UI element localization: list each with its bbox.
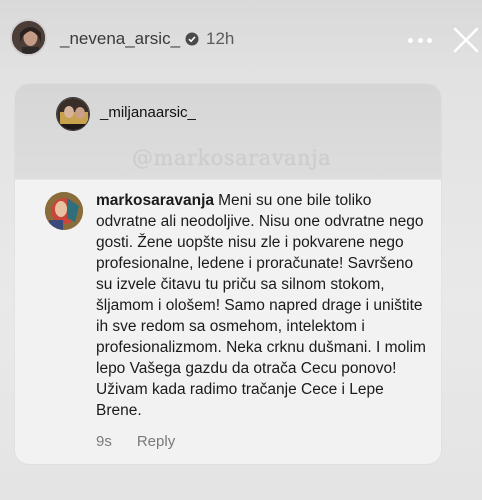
watermark-text: @markosaravanja (132, 146, 332, 170)
story-user-avatar[interactable] (10, 19, 47, 56)
story-header: _nevena_arsic_ 12h (0, 0, 482, 78)
reply-button[interactable]: Reply (137, 433, 175, 450)
story-username-row[interactable]: _nevena_arsic_ (60, 29, 199, 49)
comment-meta: 9s Reply (96, 433, 175, 450)
comment: markosaravanja Meni su one bile toliko od… (15, 180, 441, 464)
comment-text: Meni su one bile toliko odvratne ali neo… (96, 192, 426, 419)
story-timestamp: 12h (206, 29, 235, 48)
shared-post-username[interactable]: _miljanaarsic_ (100, 104, 196, 121)
comment-author-avatar[interactable] (45, 192, 83, 230)
verified-badge-icon (185, 32, 199, 46)
comment-author[interactable]: markosaravanja (96, 192, 214, 209)
story-username[interactable]: _nevena_arsic_ (60, 29, 180, 49)
more-options-icon[interactable] (408, 37, 432, 43)
close-icon[interactable] (452, 26, 480, 54)
comment-age: 9s (96, 433, 112, 450)
shared-post-card[interactable]: _miljanaarsic_ @markosaravanja markosara… (15, 84, 441, 464)
shared-post-avatar[interactable] (56, 97, 90, 131)
shared-post-image: _miljanaarsic_ @markosaravanja (15, 84, 441, 179)
comment-body: markosaravanja Meni su one bile toliko od… (96, 190, 431, 421)
